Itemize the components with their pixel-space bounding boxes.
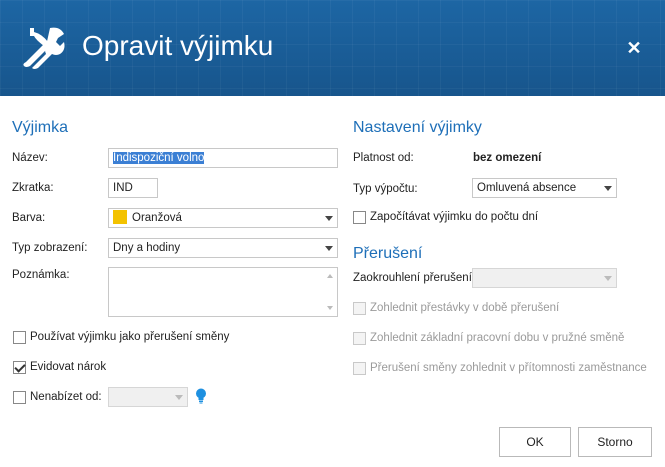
ok-button[interactable]: OK bbox=[499, 427, 571, 457]
consider-breaks-label: Zohlednit přestávky v době přerušení bbox=[370, 302, 560, 314]
chevron-down-icon bbox=[175, 395, 183, 400]
consider-presence-label: Přerušení směny zohlednit v přítomnosti … bbox=[370, 362, 647, 374]
use-as-interrupt-checkbox[interactable] bbox=[13, 331, 26, 344]
abbr-label: Zkratka: bbox=[12, 182, 54, 194]
track-claim-label: Evidovat nárok bbox=[30, 361, 107, 373]
cancel-button[interactable]: Storno bbox=[578, 427, 652, 457]
validity-label: Platnost od: bbox=[353, 152, 414, 164]
color-label: Barva: bbox=[12, 212, 46, 224]
consider-core-time-checkbox[interactable] bbox=[353, 332, 366, 345]
name-label: Název: bbox=[12, 152, 48, 164]
do-not-offer-checkbox[interactable] bbox=[13, 391, 26, 404]
do-not-offer-label: Nenabízet od: bbox=[30, 391, 102, 403]
consider-breaks-checkbox[interactable] bbox=[353, 302, 366, 315]
section-heading-exception: Výjimka bbox=[12, 119, 69, 136]
validity-value: bez omezení bbox=[473, 152, 542, 164]
lightbulb-icon[interactable] bbox=[195, 388, 207, 404]
consider-presence-checkbox[interactable] bbox=[353, 362, 366, 375]
chevron-down-icon bbox=[604, 186, 612, 191]
scroll-up-icon[interactable] bbox=[327, 274, 333, 278]
color-swatch bbox=[113, 209, 127, 224]
abbr-field[interactable]: IND bbox=[108, 178, 158, 198]
note-textarea[interactable] bbox=[108, 267, 338, 317]
note-label: Poznámka: bbox=[12, 269, 70, 281]
title-bar: Opravit výjimku ✕ bbox=[0, 0, 665, 96]
calc-type-value: Omluvená absence bbox=[477, 182, 577, 194]
do-not-offer-date-select[interactable] bbox=[108, 387, 188, 407]
color-value: Oranžová bbox=[132, 212, 182, 224]
display-type-value: Dny a hodiny bbox=[113, 242, 181, 254]
use-as-interrupt-label: Používat výjimku jako přerušení směny bbox=[30, 331, 230, 343]
chevron-down-icon bbox=[604, 276, 612, 281]
name-value: Indispoziční volno bbox=[113, 152, 205, 164]
tools-icon bbox=[23, 27, 65, 70]
close-icon[interactable]: ✕ bbox=[624, 38, 644, 58]
chevron-down-icon bbox=[325, 216, 333, 221]
display-type-select[interactable]: Dny a hodiny bbox=[108, 238, 338, 258]
rounding-label: Zaokrouhlení přerušení: bbox=[353, 272, 476, 284]
scroll-down-icon[interactable] bbox=[327, 306, 333, 310]
track-claim-checkbox[interactable] bbox=[13, 361, 26, 374]
color-select[interactable]: Oranžová bbox=[108, 208, 338, 228]
display-type-label: Typ zobrazení: bbox=[12, 242, 88, 254]
chevron-down-icon bbox=[325, 246, 333, 251]
count-days-checkbox[interactable] bbox=[353, 211, 366, 224]
section-heading-interrupt: Přerušení bbox=[353, 245, 423, 262]
consider-core-time-label: Zohlednit základní pracovní dobu v pružn… bbox=[370, 332, 625, 344]
section-heading-settings: Nastavení výjimky bbox=[353, 119, 482, 136]
name-field[interactable]: Indispoziční volno bbox=[108, 148, 338, 168]
window-title: Opravit výjimku bbox=[82, 30, 274, 61]
calc-type-label: Typ výpočtu: bbox=[353, 183, 418, 195]
rounding-select[interactable] bbox=[472, 268, 617, 288]
count-days-label: Započítávat výjimku do počtu dní bbox=[370, 211, 539, 223]
calc-type-select[interactable]: Omluvená absence bbox=[472, 178, 617, 198]
